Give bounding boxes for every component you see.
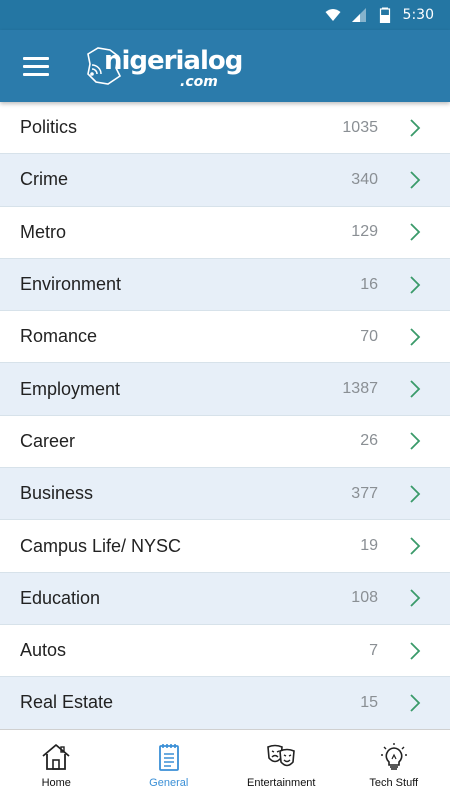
list-item[interactable]: Employment 1387 [0,363,450,416]
list-item[interactable]: Crime 340 [0,154,450,207]
category-count: 70 [360,327,378,345]
category-count: 7 [369,641,378,659]
nav-label: Tech Stuff [369,777,419,789]
category-label: Metro [20,221,67,242]
list-item[interactable]: Real Estate 15 [0,677,450,729]
chevron-right-icon [400,327,430,347]
app-bar: nigerialog .com [0,30,450,102]
home-icon [42,744,70,770]
nav-label: Entertainment [247,777,316,789]
wifi-icon [325,9,341,21]
list-item[interactable]: Career 26 [0,415,450,469]
category-label: Romance [20,326,98,347]
category-count: 26 [360,432,378,450]
chevron-right-icon [400,484,430,504]
category-label: Politics [20,117,78,138]
status-time: 5:30 [402,7,434,23]
hamburger-line [23,72,49,76]
battery-icon [379,7,390,23]
nav-general[interactable]: General [113,730,226,800]
chevron-right-icon [400,379,430,399]
category-list: Politics 1035 Crime 340 Metro 129 Enviro… [0,102,450,729]
list-item[interactable]: Education 108 [0,572,450,625]
chevron-right-icon [400,222,430,242]
category-label: Campus Life/ NYSC [20,535,182,556]
logo-text: nigerialog [104,46,243,76]
category-label: Career [20,430,76,451]
nav-label: General [149,777,189,789]
lightbulb-icon [380,743,407,770]
logo[interactable]: nigerialog .com [84,36,244,96]
theater-masks-icon [267,744,296,767]
chevron-right-icon [400,431,430,451]
chevron-right-icon [400,118,430,138]
chevron-right-icon [400,275,430,295]
status-bar: 5:30 [0,0,450,30]
list-item[interactable]: Business 377 [0,468,450,521]
category-label: Real Estate [20,692,114,713]
category-count: 108 [351,589,378,607]
chevron-right-icon [400,641,430,661]
hamburger-line [23,56,49,60]
chevron-right-icon [400,536,430,556]
notepad-icon [158,744,179,771]
category-count: 1035 [342,118,378,136]
category-label: Business [20,483,94,504]
category-label: Employment [20,378,121,399]
chevron-right-icon [400,170,430,190]
list-item[interactable]: Metro 129 [0,206,450,259]
list-item[interactable]: Environment 16 [0,258,450,312]
nav-entertainment[interactable]: Entertainment [225,730,338,800]
category-label: Education [20,587,101,608]
category-count: 377 [351,484,378,502]
bottom-nav: Home General Entertainment Tech Stuff [0,729,450,800]
hamburger-line [23,64,49,68]
menu-button[interactable] [0,30,72,102]
nav-home[interactable]: Home [0,730,113,800]
list-item[interactable]: Politics 1035 [0,102,450,155]
list-item[interactable]: Campus Life/ NYSC 19 [0,520,450,573]
nav-tech-stuff[interactable]: Tech Stuff [338,730,450,800]
category-label: Autos [20,640,67,661]
logo-subtext: .com [180,74,218,90]
chevron-right-icon [400,693,430,713]
category-count: 340 [351,170,378,188]
list-item[interactable]: Romance 70 [0,311,450,364]
category-count: 19 [360,537,378,555]
list-item[interactable]: Autos 7 [0,624,450,678]
category-count: 1387 [342,380,378,398]
category-label: Environment [20,274,122,295]
category-label: Crime [20,169,68,190]
signal-icon [351,8,366,22]
category-count: 16 [360,275,378,293]
chevron-right-icon [400,588,430,608]
category-count: 15 [360,693,378,711]
category-count: 129 [351,223,378,241]
nav-label: Home [41,777,71,789]
